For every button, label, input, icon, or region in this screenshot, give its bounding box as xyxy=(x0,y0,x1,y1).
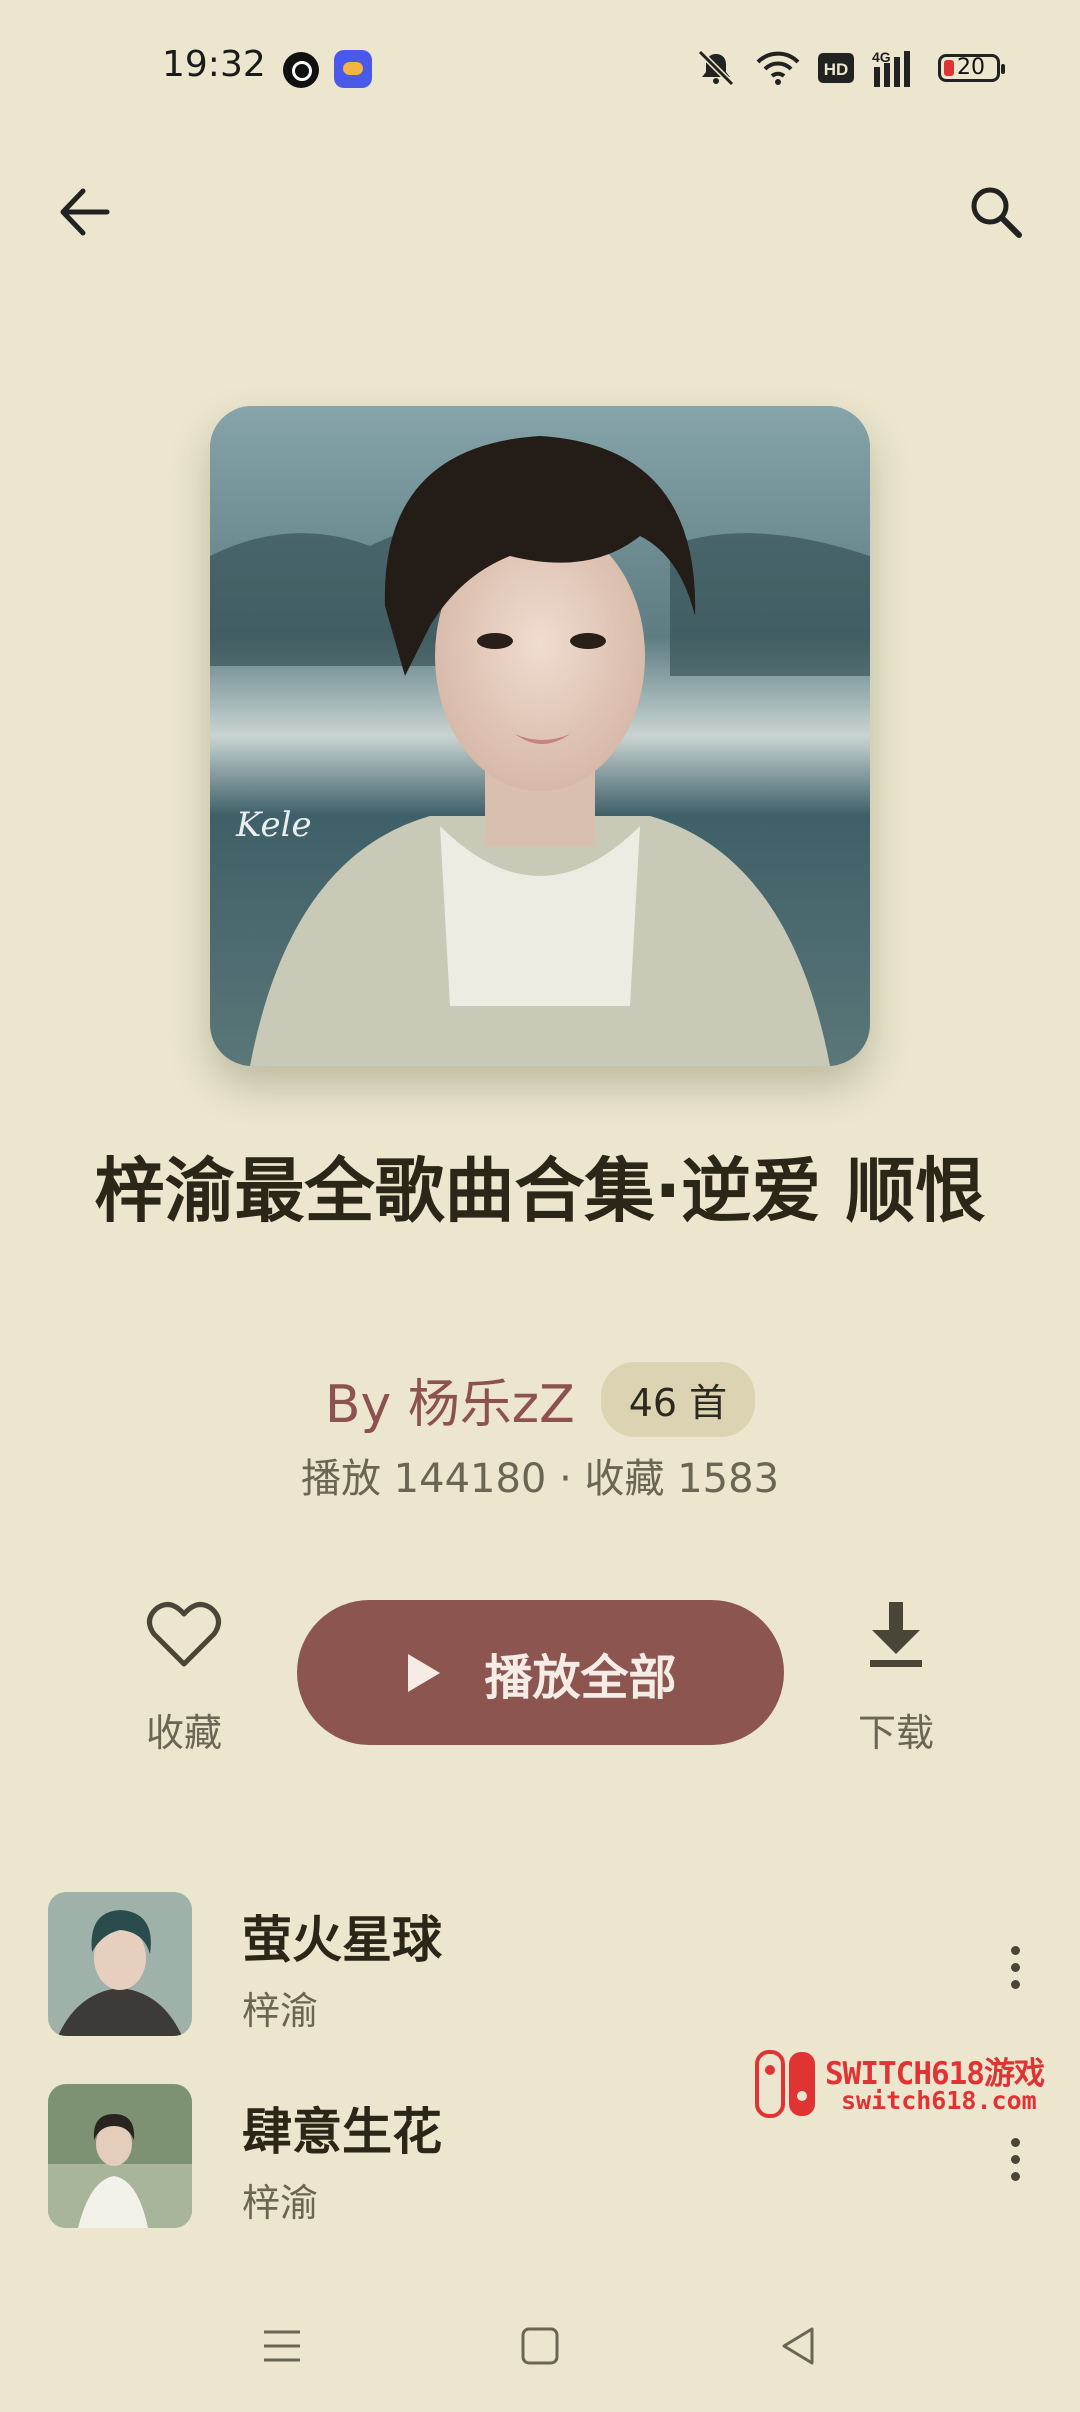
play-all-label: 播放全部 xyxy=(484,1649,677,1706)
back-nav-button[interactable] xyxy=(768,2316,828,2376)
home-button[interactable] xyxy=(510,2316,570,2376)
download-label: 下载 xyxy=(857,1711,934,1755)
byline: By 杨乐zZ 46 首 xyxy=(0,1362,1080,1437)
song-row[interactable]: 萤火星球 梓渝 xyxy=(0,1892,1080,2042)
favorite-button[interactable]: 收藏 xyxy=(104,1600,264,1757)
play-all-button[interactable]: 播放全部 xyxy=(297,1600,784,1745)
song-artist: 梓渝 xyxy=(242,1989,319,2033)
link-icon xyxy=(283,52,319,88)
watermark-url: switch618.com xyxy=(841,2086,1037,2115)
watermark: SWITCH618游戏 switch618.com xyxy=(755,2046,1065,2124)
heart-icon xyxy=(147,1602,221,1667)
song-count-badge: 46 首 xyxy=(600,1362,756,1437)
more-vert-icon xyxy=(1010,1945,1020,1955)
playlist-stats: 播放 144180 · 收藏 1583 xyxy=(300,1456,780,1502)
battery-icon: 20 xyxy=(938,54,1005,82)
song-artist: 梓渝 xyxy=(242,2181,319,2225)
search-button[interactable] xyxy=(956,172,1036,252)
song-title: 萤火星球 xyxy=(242,1911,442,1969)
svg-text:4G: 4G xyxy=(872,49,891,65)
battery-level: 20 xyxy=(957,55,985,80)
song-thumbnail xyxy=(48,2084,192,2228)
favorite-label: 收藏 xyxy=(145,1711,222,1755)
more-options-button[interactable] xyxy=(990,1932,1040,2002)
arrow-left-icon xyxy=(60,188,110,236)
wifi-icon xyxy=(756,51,800,85)
hd-icon: HD xyxy=(818,53,854,83)
system-navigation-bar xyxy=(0,2280,1080,2412)
svg-text:HD: HD xyxy=(824,60,849,79)
play-icon xyxy=(408,1653,441,1692)
menu-icon xyxy=(264,2330,300,2362)
playlist-cover[interactable]: Kele xyxy=(210,406,870,1066)
more-options-button[interactable] xyxy=(990,2124,1040,2194)
download-icon xyxy=(870,1602,922,1667)
song-thumbnail xyxy=(48,1892,192,2036)
cover-portrait-image: Kele xyxy=(210,406,870,1066)
status-time: 19:32 xyxy=(162,44,266,85)
back-button[interactable] xyxy=(44,172,124,252)
search-icon xyxy=(971,187,1022,238)
download-button[interactable]: 下载 xyxy=(816,1600,976,1757)
playlist-title: 梓渝最全歌曲合集·逆爱 顺恨 xyxy=(94,1150,986,1232)
menu-button[interactable] xyxy=(252,2316,312,2376)
weather-app-icon xyxy=(334,50,372,88)
song-title: 肆意生花 xyxy=(242,2103,442,2161)
cover-signature: Kele xyxy=(235,805,312,845)
status-bar: 19:32 HD 4G 20 xyxy=(0,0,1080,140)
home-square-icon xyxy=(521,2327,559,2365)
more-vert-icon xyxy=(1010,2137,1020,2147)
switch-logo-icon xyxy=(755,2050,815,2118)
signal-4g-icon: 4G xyxy=(872,49,910,87)
playlist-author[interactable]: By 杨乐zZ xyxy=(325,1362,575,1437)
back-triangle-icon xyxy=(782,2327,814,2365)
mute-icon xyxy=(697,49,735,87)
